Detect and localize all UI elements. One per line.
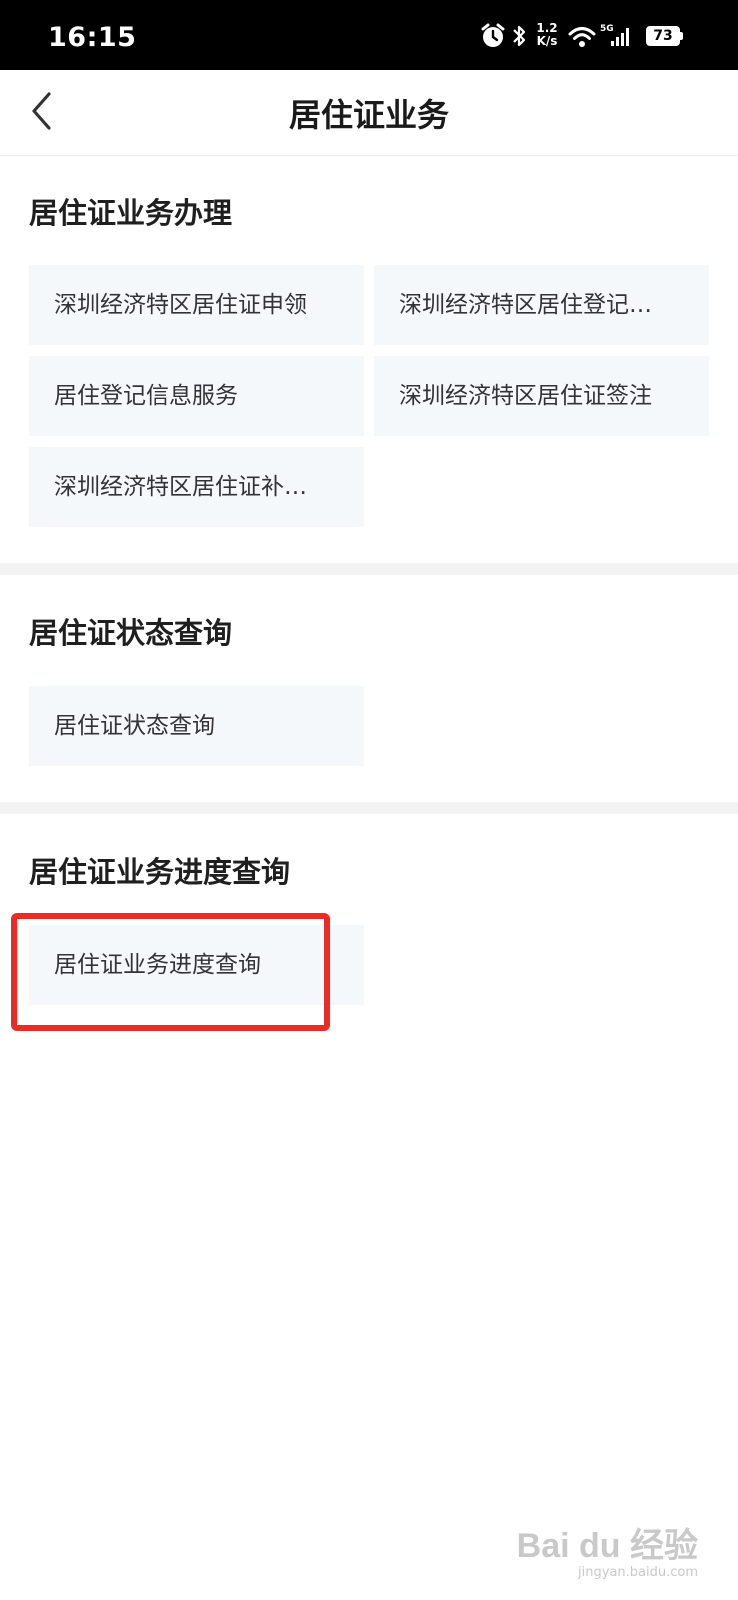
nav-bar: 居住证业务 [0, 70, 738, 156]
baidu-watermark-url: jingyan.baidu.com [578, 1565, 698, 1580]
alarm-icon [480, 22, 506, 54]
service-tile-apply-permit[interactable]: 深圳经济特区居住证申领 [29, 265, 364, 345]
page-title: 居住证业务 [288, 96, 449, 134]
section-divider [0, 802, 738, 814]
service-tile-registration-info[interactable]: 居住登记信息服务 [29, 356, 364, 436]
status-bar: 16:15 1.2 K/s 5G 73 [0, 0, 738, 70]
service-tile-status-query[interactable]: 居住证状态查询 [29, 686, 364, 766]
service-tile-permit-reissue[interactable]: 深圳经济特区居住证补… [29, 447, 364, 527]
battery-level: 73 [653, 28, 673, 44]
section-title-residence-permit-handling: 居住证业务办理 [29, 196, 233, 230]
service-tile-progress-query[interactable]: 居住证业务进度查询 [29, 925, 364, 1005]
wifi-icon [568, 22, 596, 54]
baidu-watermark-logo: Bai du 经验 [516, 1527, 698, 1565]
section-title-progress-query: 居住证业务进度查询 [29, 855, 291, 889]
service-tile-permit-endorsement[interactable]: 深圳经济特区居住证签注 [374, 356, 709, 436]
status-time: 16:15 [48, 22, 137, 53]
service-tile-residence-registration[interactable]: 深圳经济特区居住登记… [374, 265, 709, 345]
section-title-status-query: 居住证状态查询 [29, 616, 233, 650]
signal-icon: 5G [600, 22, 632, 54]
net-speed: 1.2 K/s [534, 22, 560, 48]
status-icons: 1.2 K/s 5G 73 [480, 22, 690, 52]
bluetooth-icon [510, 22, 528, 54]
section-divider [0, 563, 738, 575]
network-type: 5G [600, 24, 614, 34]
battery-nub [680, 32, 683, 40]
battery-icon: 73 [646, 26, 680, 46]
net-speed-unit: K/s [536, 34, 558, 48]
